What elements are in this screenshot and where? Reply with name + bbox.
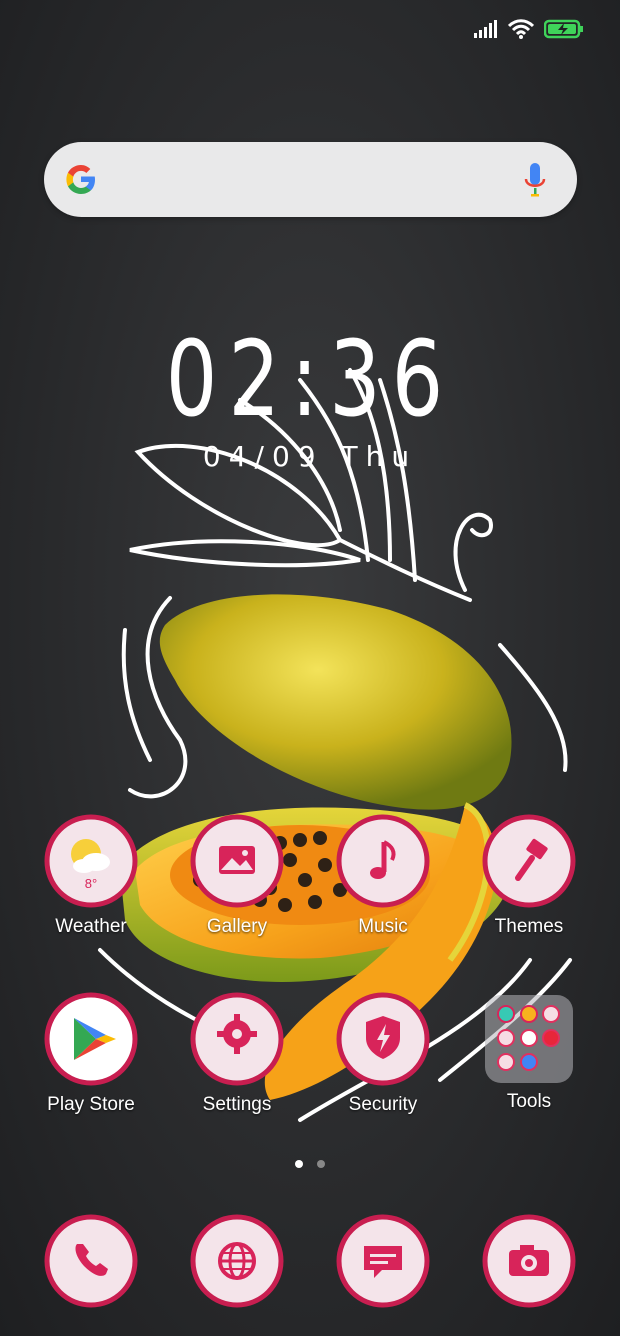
security-icon	[336, 992, 430, 1086]
app-label: Play Store	[47, 1094, 135, 1115]
app-security[interactable]: Security	[308, 992, 458, 1116]
weather-icon: 8°	[44, 814, 138, 908]
app-label: Weather	[55, 916, 127, 937]
tools-folder-icon	[485, 995, 573, 1083]
app-gallery[interactable]: Gallery	[162, 814, 312, 938]
dock-browser[interactable]	[162, 1214, 312, 1308]
music-icon	[336, 814, 430, 908]
page-dot[interactable]	[317, 1160, 325, 1168]
app-play-store[interactable]: Play Store	[16, 992, 166, 1116]
status-bar	[474, 14, 584, 44]
wifi-icon	[508, 19, 534, 39]
dock-phone[interactable]	[16, 1214, 166, 1308]
camera-icon	[482, 1214, 576, 1308]
microphone-icon[interactable]	[523, 162, 547, 198]
phone-icon	[44, 1214, 138, 1308]
app-weather[interactable]: 8° Weather	[16, 814, 166, 938]
dock-camera[interactable]	[454, 1214, 604, 1308]
signal-bars-icon	[474, 20, 497, 38]
search-bar[interactable]	[44, 142, 577, 217]
app-label: Gallery	[206, 916, 268, 937]
app-label: Music	[358, 916, 408, 937]
dock-messages[interactable]	[308, 1214, 458, 1308]
battery-charging-icon	[544, 19, 583, 39]
app-label: Security	[348, 1094, 418, 1115]
app-tools-folder[interactable]: Tools	[454, 992, 604, 1113]
weather-temp: 8°	[85, 876, 97, 891]
page-indicator	[0, 1160, 620, 1168]
play-store-icon	[44, 992, 138, 1086]
app-music[interactable]: Music	[308, 814, 458, 938]
app-label: Tools	[506, 1091, 552, 1112]
themes-icon	[482, 814, 576, 908]
settings-icon	[190, 992, 284, 1086]
clock-date: 04/09 Thu	[202, 440, 418, 473]
gallery-icon	[190, 814, 284, 908]
google-g-icon	[66, 165, 95, 194]
page-dot-active[interactable]	[295, 1160, 303, 1168]
app-themes[interactable]: Themes	[454, 814, 604, 938]
clock-time[interactable]: 02:36	[68, 318, 552, 440]
app-settings[interactable]: Settings	[162, 992, 312, 1116]
app-label: Themes	[494, 916, 564, 937]
browser-icon	[190, 1214, 284, 1308]
messages-icon	[336, 1214, 430, 1308]
app-label: Settings	[202, 1094, 272, 1115]
